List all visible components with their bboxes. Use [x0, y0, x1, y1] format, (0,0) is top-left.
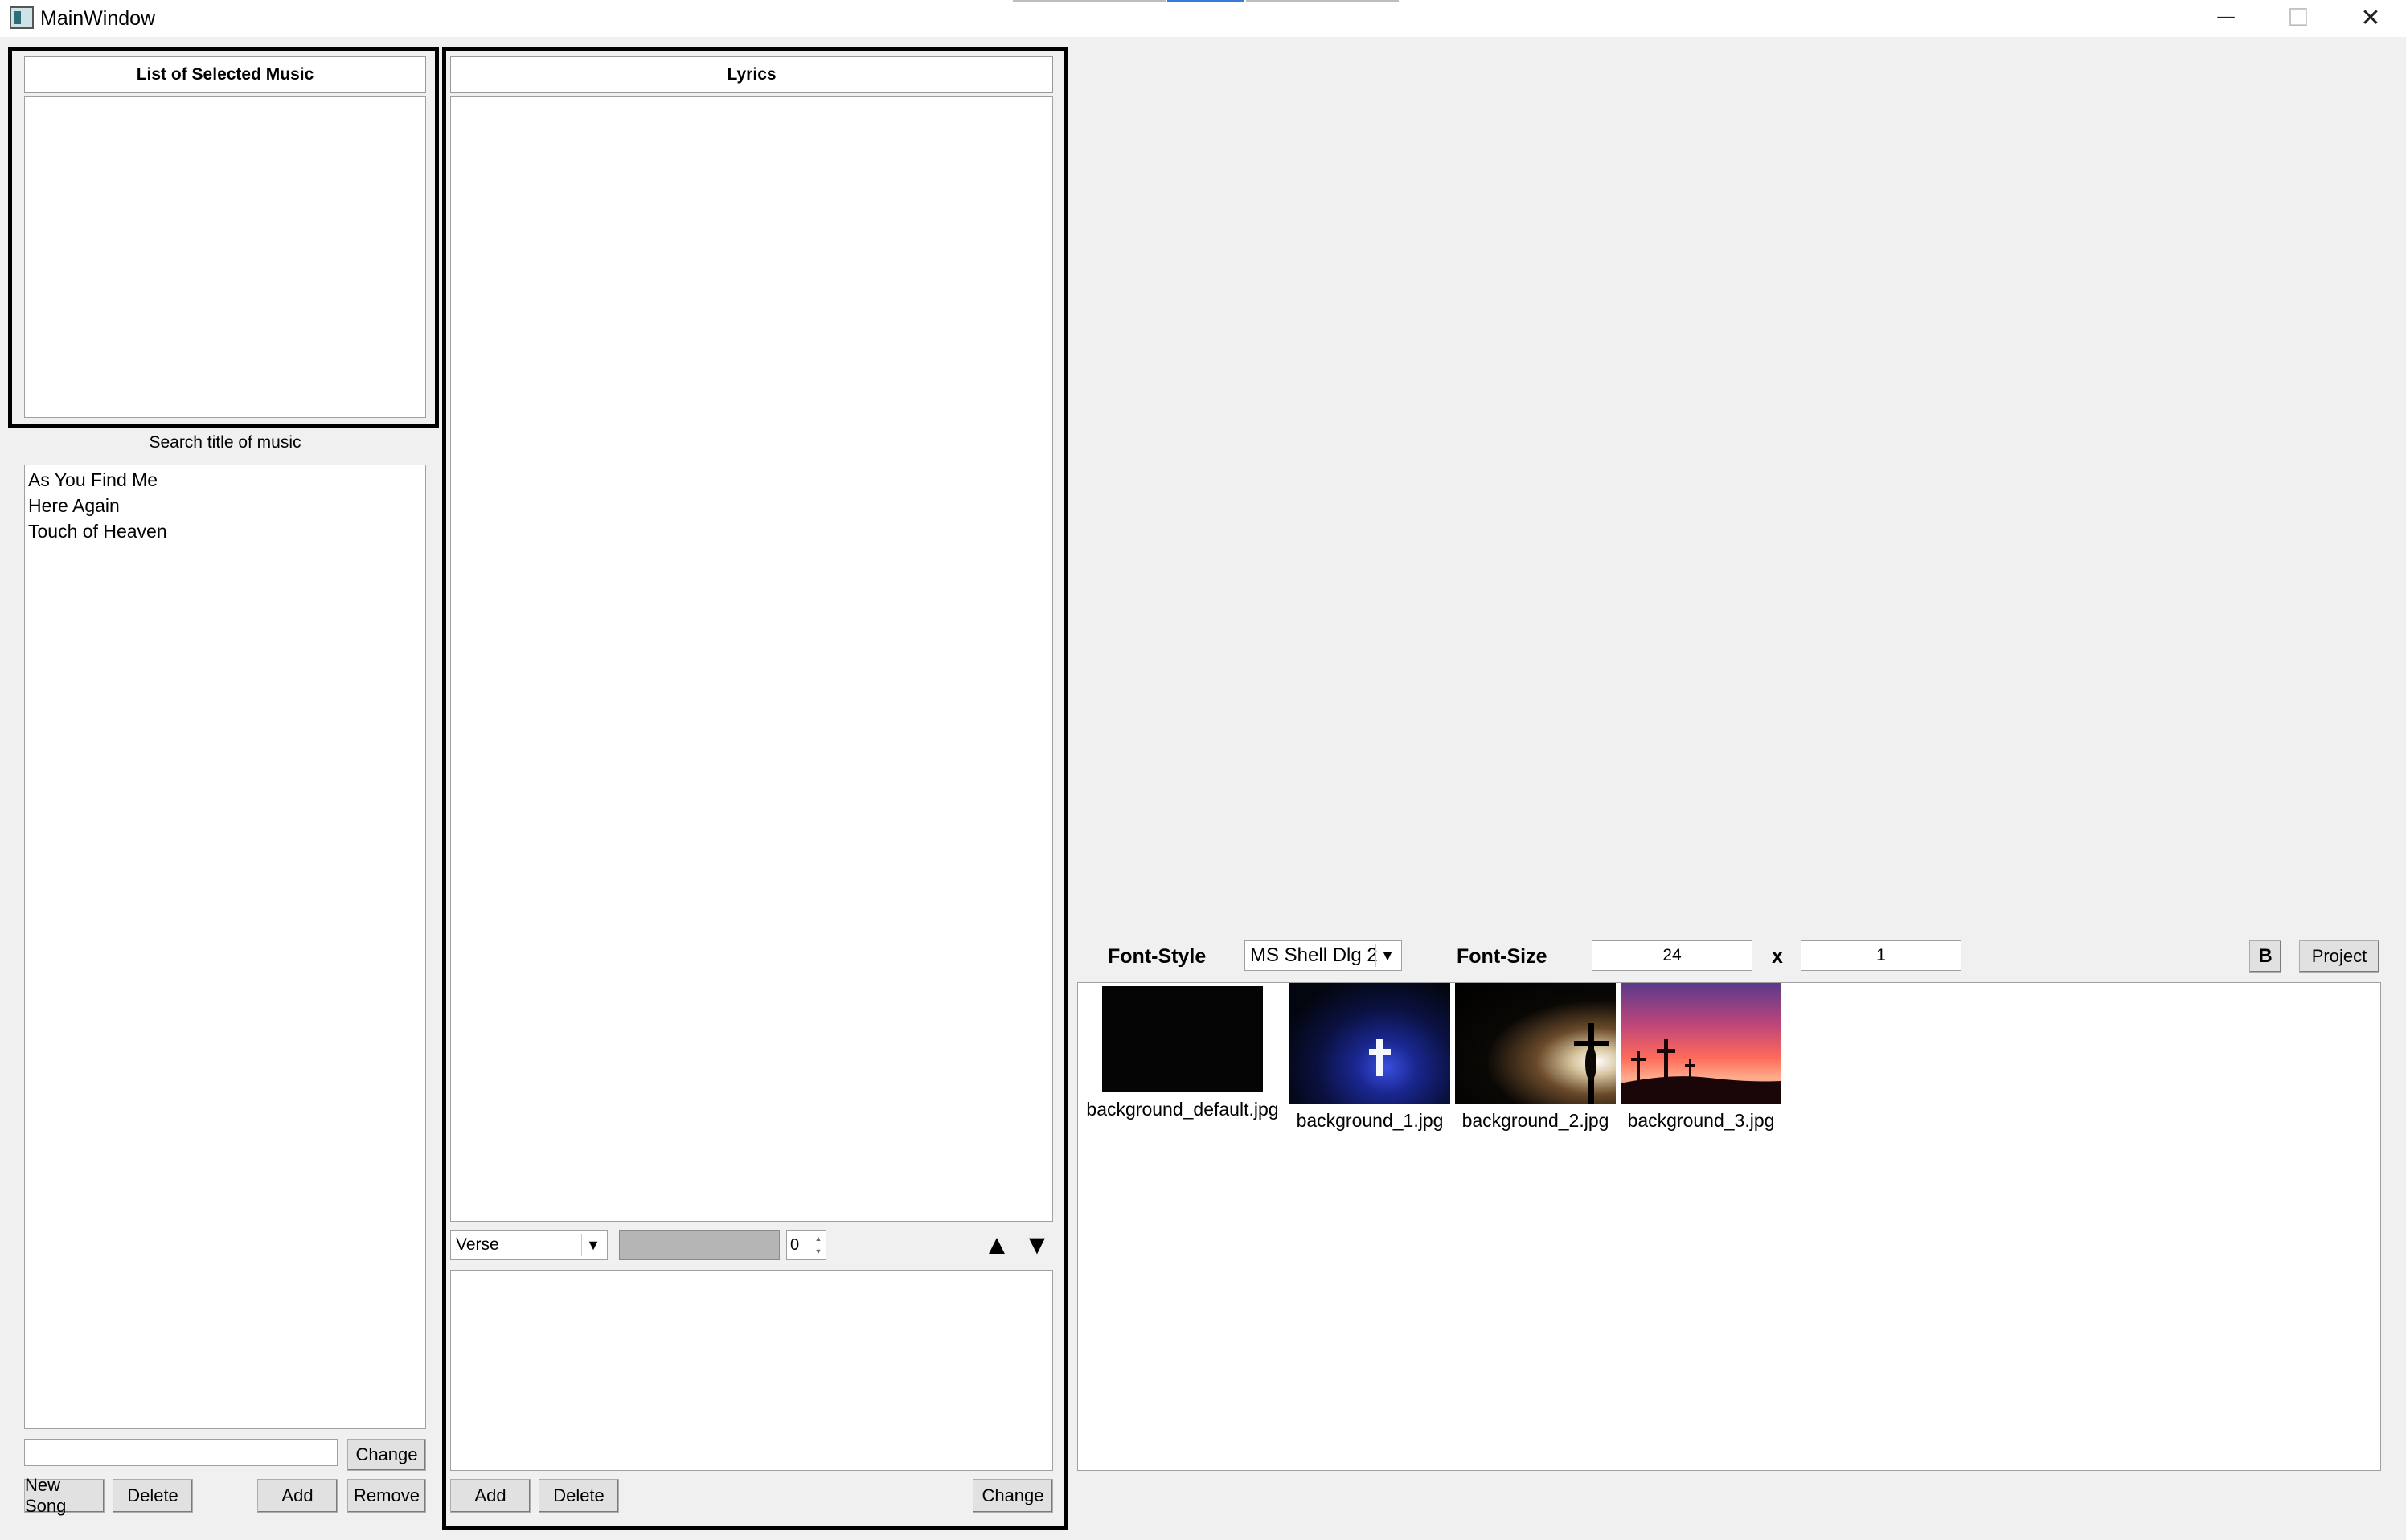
section-type-select[interactable]: Verse ▼: [450, 1230, 608, 1260]
project-button[interactable]: Project: [2299, 940, 2379, 973]
delete-song-button[interactable]: Delete: [113, 1479, 193, 1513]
selected-music-list[interactable]: [24, 96, 426, 418]
music-item[interactable]: Touch of Heaven: [28, 518, 167, 544]
title-bar: [0, 0, 2406, 37]
background-item[interactable]: background_3.jpg: [1618, 983, 1784, 1144]
music-item[interactable]: Here Again: [28, 493, 120, 518]
background-filename: background_default.jpg: [1086, 1099, 1279, 1120]
font-size-input[interactable]: [1592, 940, 1752, 971]
close-button[interactable]: ✕: [2334, 0, 2406, 35]
section-type-value: Verse: [456, 1235, 499, 1254]
add-song-button[interactable]: Add: [257, 1479, 338, 1513]
window-title: MainWindow: [40, 7, 156, 30]
chevron-down-icon: ▼: [581, 1234, 605, 1256]
background-gallery[interactable]: background_default.jpg background_1.jpg …: [1077, 982, 2381, 1471]
move-down-button[interactable]: ▼: [1021, 1230, 1053, 1260]
background-filename: background_3.jpg: [1627, 1110, 1775, 1131]
section-color-bar: [619, 1230, 780, 1260]
music-item[interactable]: As You Find Me: [28, 467, 158, 493]
font-multiplier-input[interactable]: [1801, 940, 1961, 971]
taskbar-indicator-active: [1167, 0, 1244, 2]
font-size-label: Font-Size: [1457, 945, 1547, 968]
spin-up-icon[interactable]: ▲: [813, 1232, 824, 1245]
change-song-button[interactable]: Change: [347, 1439, 426, 1471]
glowing-blue-cross-image: [1289, 983, 1450, 1104]
font-style-select[interactable]: MS Shell Dlg 2 ▼: [1244, 940, 1402, 971]
search-label: Search title of music: [149, 433, 301, 452]
font-style-value: MS Shell Dlg 2: [1250, 944, 1378, 966]
font-style-label: Font-Style: [1108, 945, 1207, 968]
lyrics-header: Lyrics: [450, 56, 1053, 93]
section-number-spinbox[interactable]: 0 ▲ ▼: [786, 1230, 826, 1260]
selected-music-header: List of Selected Music: [24, 56, 426, 93]
background-item[interactable]: background_1.jpg: [1287, 983, 1453, 1144]
background-filename: background_1.jpg: [1296, 1110, 1444, 1131]
black-image: [1102, 986, 1263, 1092]
bold-button[interactable]: B: [2249, 940, 2281, 973]
taskbar-indicator: [1246, 0, 1399, 2]
new-song-button[interactable]: New Song: [24, 1475, 105, 1516]
search-results-list[interactable]: As You Find Me Here Again Touch of Heave…: [24, 465, 426, 1429]
taskbar-indicator: [1013, 0, 1166, 2]
song-title-input[interactable]: [24, 1439, 338, 1466]
verse-text-editor[interactable]: [450, 1270, 1053, 1471]
background-item[interactable]: background_default.jpg: [1078, 983, 1287, 1128]
move-up-button[interactable]: ▲: [981, 1230, 1013, 1260]
chevron-down-icon: ▼: [1375, 944, 1399, 967]
lyrics-list[interactable]: [450, 96, 1053, 1222]
section-number-value: 0: [790, 1236, 800, 1254]
spin-down-icon[interactable]: ▼: [813, 1245, 824, 1258]
delete-lyrics-button[interactable]: Delete: [539, 1479, 619, 1513]
change-lyrics-button[interactable]: Change: [973, 1479, 1053, 1513]
crucifix-silhouette-image: [1455, 983, 1616, 1104]
add-lyrics-button[interactable]: Add: [450, 1479, 531, 1513]
maximize-button[interactable]: ☐: [2262, 0, 2334, 35]
minimize-button[interactable]: ─: [2190, 0, 2262, 35]
remove-song-button[interactable]: Remove: [347, 1479, 426, 1513]
app-icon: [10, 6, 34, 29]
three-crosses-sunset-image: [1621, 983, 1781, 1104]
multiplier-label: x: [1772, 945, 1783, 968]
background-filename: background_2.jpg: [1461, 1110, 1609, 1131]
background-item[interactable]: background_2.jpg: [1453, 983, 1618, 1144]
